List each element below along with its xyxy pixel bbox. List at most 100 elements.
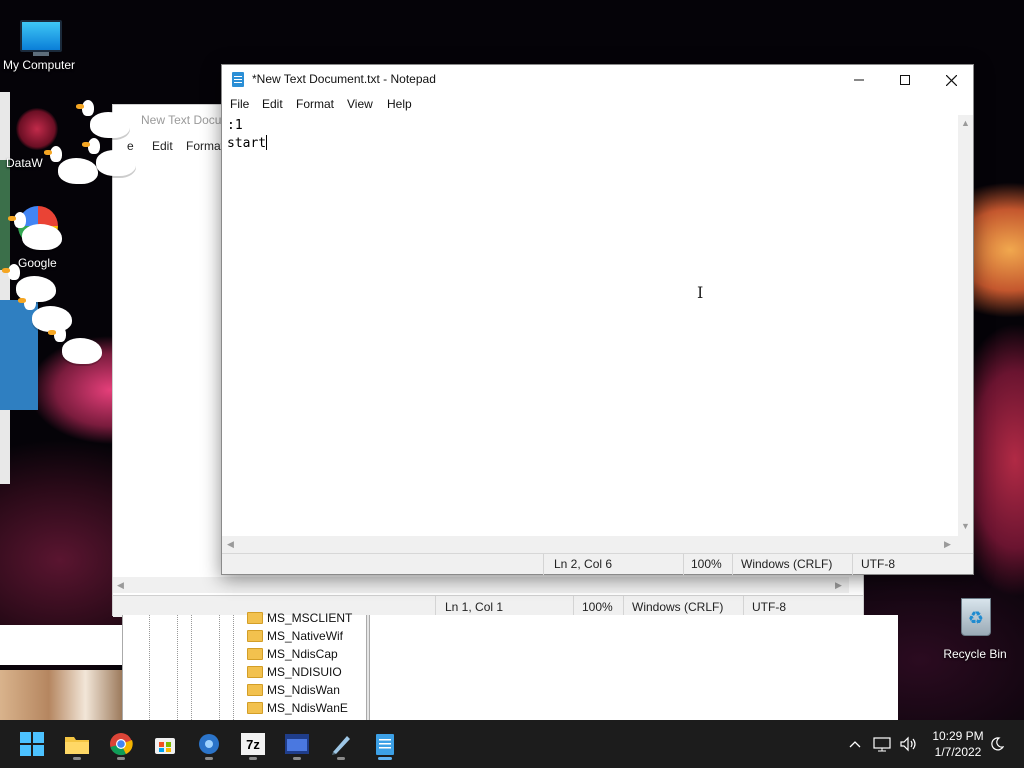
status-encoding: UTF-8 [752, 600, 786, 614]
text-editor-area[interactable]: :1 start [222, 115, 958, 536]
folder-icon [247, 630, 263, 642]
folder-icon [247, 612, 263, 624]
menu-help[interactable]: Help [387, 97, 412, 111]
goose-sprite [8, 212, 62, 250]
computer-icon [20, 20, 62, 52]
menu-format[interactable]: Format [296, 97, 334, 111]
7zip-icon: 7z [241, 733, 265, 755]
text-line: :1 [227, 118, 243, 133]
desktop-icon-label: DataW [6, 156, 43, 170]
scroll-up-icon[interactable]: ▲ [961, 118, 970, 128]
chevron-up-icon [849, 741, 861, 748]
notepad-window[interactable]: *New Text Document.txt - Notepad File Ed… [221, 64, 974, 575]
maximize-button[interactable] [882, 65, 928, 95]
registry-key[interactable]: MS_NdisWan [247, 681, 340, 699]
notepad-icon [376, 734, 394, 755]
taskbar-app[interactable] [189, 726, 229, 762]
window-app-icon [285, 734, 309, 754]
menu-file[interactable]: e [127, 139, 134, 153]
taskbar-7zip[interactable]: 7z [233, 726, 273, 762]
menu-bar: File Edit Format View Help [222, 95, 973, 115]
taskbar-file-explorer[interactable] [57, 726, 97, 762]
minimize-icon [854, 79, 864, 81]
goose-sprite [48, 326, 102, 364]
windows-start-icon [20, 732, 44, 756]
folder-icon [247, 702, 263, 714]
status-zoom: 100% [582, 600, 613, 614]
pen-app-icon [332, 736, 350, 755]
scroll-left-icon[interactable]: ◀ [117, 580, 124, 591]
text-cursor-icon: I [697, 283, 704, 302]
speaker-icon [900, 736, 916, 752]
minimize-button[interactable] [836, 65, 882, 95]
status-bar: Ln 1, Col 1 100% Windows (CRLF) UTF-8 [113, 595, 863, 618]
taskbar-app[interactable] [321, 726, 361, 762]
notepad-icon [232, 72, 244, 87]
maximize-icon [900, 75, 910, 85]
window-title: New Text Docu [141, 113, 222, 127]
menu-format[interactable]: Format [186, 139, 224, 153]
goose-sprite [76, 100, 130, 138]
background-window-fragment [0, 625, 122, 665]
window-title: *New Text Document.txt - Notepad [252, 72, 436, 86]
chrome-icon [110, 733, 133, 756]
menu-view[interactable]: View [347, 97, 373, 111]
taskbar-notepad[interactable] [365, 726, 405, 762]
gear-app-icon [199, 734, 219, 754]
horizontal-scrollbar[interactable]: ◀ ▶ [222, 536, 958, 553]
show-hidden-icons-button[interactable] [844, 720, 866, 768]
status-position: Ln 2, Col 6 [554, 557, 613, 571]
status-line-ending: Windows (CRLF) [632, 600, 724, 614]
registry-key[interactable]: MS_NdisCap [247, 645, 338, 663]
close-icon [945, 74, 957, 86]
store-icon [155, 738, 175, 754]
vertical-scrollbar[interactable]: ▲ ▼ [958, 115, 973, 536]
close-button[interactable] [928, 65, 974, 95]
text-line-current: start [227, 135, 953, 153]
network-button[interactable] [870, 720, 894, 768]
scroll-right-icon[interactable]: ▶ [944, 539, 951, 550]
photo-thumbnail [0, 670, 122, 720]
status-line-ending: Windows (CRLF) [741, 557, 833, 571]
goose-sprite [82, 138, 136, 176]
clock-date: 1/7/2022 [934, 745, 982, 759]
folder-icon [65, 737, 89, 754]
taskbar: 7z 10:29 PM 1/7/2022 [0, 720, 1024, 768]
menu-file[interactable]: File [230, 97, 249, 111]
taskbar-chrome[interactable] [101, 726, 141, 762]
menu-edit[interactable]: Edit [152, 139, 173, 153]
registry-key[interactable]: MS_NDISUIO [247, 663, 342, 681]
scroll-down-icon[interactable]: ▼ [961, 521, 970, 531]
registry-editor-window[interactable]: MS_MSCLIENT MS_NativeWif MS_NdisCap MS_N… [122, 611, 898, 720]
desktop-icon-recycle-bin[interactable]: ♻ Recycle Bin [937, 594, 1013, 664]
folder-icon [247, 648, 263, 660]
menu-edit[interactable]: Edit [262, 97, 283, 111]
goose-sprite [44, 146, 98, 184]
desktop-icon-label: Recycle Bin [943, 647, 1007, 661]
scroll-right-icon[interactable]: ▶ [835, 580, 842, 591]
moon-icon [991, 737, 1004, 751]
focus-assist-button[interactable] [986, 720, 1008, 768]
status-encoding: UTF-8 [861, 557, 895, 571]
horizontal-scrollbar[interactable]: ◀ ▶ [113, 577, 849, 593]
desktop-icon-my-computer[interactable]: My Computer [1, 8, 77, 76]
system-clock[interactable]: 10:29 PM 1/7/2022 [928, 728, 988, 760]
registry-key[interactable]: MS_MSCLIENT [247, 609, 352, 627]
network-icon [873, 737, 891, 752]
registry-key[interactable]: MS_NdisWanE [247, 699, 348, 717]
desktop-icon-label: Google [18, 256, 57, 270]
desktop-icon-label: My Computer [2, 58, 76, 72]
pane-splitter[interactable] [366, 615, 370, 720]
status-bar: Ln 2, Col 6 100% Windows (CRLF) UTF-8 [222, 553, 973, 575]
taskbar-store[interactable] [145, 726, 185, 762]
scroll-left-icon[interactable]: ◀ [227, 539, 234, 550]
clock-time: 10:29 PM [932, 729, 984, 743]
start-button[interactable] [12, 726, 52, 762]
taskbar-app[interactable] [277, 726, 317, 762]
title-bar[interactable]: *New Text Document.txt - Notepad [222, 65, 973, 95]
volume-button[interactable] [896, 720, 920, 768]
text-caret [266, 135, 268, 150]
status-position: Ln 1, Col 1 [445, 600, 504, 614]
folder-icon [247, 684, 263, 696]
registry-key[interactable]: MS_NativeWif [247, 627, 343, 645]
